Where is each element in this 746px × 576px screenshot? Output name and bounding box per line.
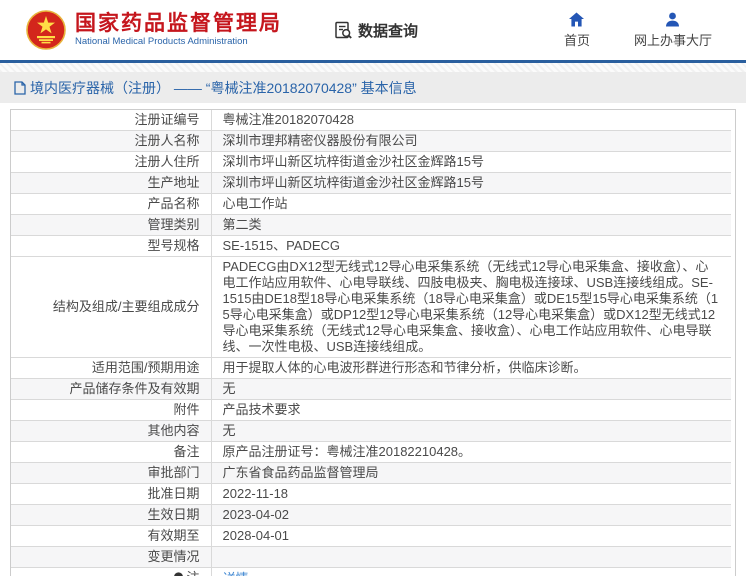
field-label: 注册证编号	[11, 110, 212, 131]
table-row: 审批部门 广东省食品药品监督管理局	[11, 462, 731, 484]
table-row: 产品储存条件及有效期 无	[11, 378, 731, 400]
field-value: 无	[211, 420, 731, 442]
field-value: 2022-11-18	[211, 483, 731, 505]
field-label: 型号规格	[11, 235, 212, 257]
table-row: 生效日期 2023-04-02	[11, 504, 731, 526]
field-label: 生效日期	[11, 504, 212, 526]
field-value: 粤械注准20182070428	[211, 110, 731, 131]
table-row: 附件 产品技术要求	[11, 399, 731, 421]
hatch-strip	[0, 63, 746, 72]
nav-service-hall-label: 网上办事大厅	[633, 32, 712, 48]
breadcrumb-band: 境内医疗器械（注册） —— “粤械注准20182070428” 基本信息	[0, 72, 746, 103]
field-value: SE-1515、PADECG	[211, 235, 731, 257]
field-label: 批准日期	[11, 483, 212, 505]
table-row: 管理类别 第二类	[11, 214, 731, 236]
field-label: 备注	[11, 441, 212, 463]
field-label: 结构及组成/主要组成成分	[11, 256, 212, 358]
data-query-label: 数据查询	[358, 22, 419, 40]
field-value: 深圳市坪山新区坑梓街道金沙社区金辉路15号	[211, 172, 731, 194]
national-emblem-icon	[26, 10, 66, 50]
nav-home-label: 首页	[563, 32, 590, 48]
table-row: 注册证编号 粤械注准20182070428	[11, 110, 731, 131]
field-label: 注	[11, 567, 212, 576]
table-row: 产品名称 心电工作站	[11, 193, 731, 215]
table-row: 有效期至 2028-04-01	[11, 525, 731, 547]
table-row: 结构及组成/主要组成成分 PADECG由DX12型无线式12导心电采集系统（无线…	[11, 256, 731, 358]
table-row: 生产地址 深圳市坪山新区坑梓街道金沙社区金辉路15号	[11, 172, 731, 194]
document-icon	[14, 80, 26, 95]
agency-logo: 国家药品监督管理局 National Medical Products Admi…	[26, 10, 282, 50]
field-value: 深圳市理邦精密仪器股份有限公司	[211, 130, 731, 152]
field-label: 适用范围/预期用途	[11, 357, 212, 379]
field-value: 产品技术要求	[211, 399, 731, 421]
site-header: 国家药品监督管理局 National Medical Products Admi…	[0, 0, 746, 60]
agency-name-en: National Medical Products Administration	[75, 36, 248, 47]
detail-panel: 注册证编号 粤械注准20182070428 注册人名称 深圳市理邦精密仪器股份有…	[10, 109, 736, 576]
data-query-icon	[335, 21, 352, 39]
field-value: 第二类	[211, 214, 731, 236]
home-icon	[569, 12, 585, 26]
nav-service-hall[interactable]: 网上办事大厅	[634, 12, 712, 49]
field-label: 产品储存条件及有效期	[11, 378, 212, 400]
note-icon	[174, 571, 184, 576]
table-row: 批准日期 2022-11-18	[11, 483, 731, 505]
table-row: 其他内容 无	[11, 420, 731, 442]
registration-detail-table: 注册证编号 粤械注准20182070428 注册人名称 深圳市理邦精密仪器股份有…	[11, 110, 731, 576]
field-label: 附件	[11, 399, 212, 421]
agency-name: 国家药品监督管理局	[75, 12, 282, 35]
table-row: 备注 原产品注册证号：粤械注准20182210428。	[11, 441, 731, 463]
field-value: 详情	[211, 568, 731, 576]
user-icon	[666, 12, 680, 26]
table-row: 适用范围/预期用途 用于提取人体的心电波形群进行形态和节律分析，供临床诊断。	[11, 357, 731, 379]
field-value: 用于提取人体的心电波形群进行形态和节律分析，供临床诊断。	[211, 357, 731, 379]
field-label: 注册人名称	[11, 130, 212, 152]
data-query-tab[interactable]: 数据查询	[334, 20, 418, 41]
field-value: PADECG由DX12型无线式12导心电采集系统（无线式12导心电采集盒、接收盒…	[211, 256, 731, 358]
field-label: 其他内容	[11, 420, 212, 442]
breadcrumb-text: 境内医疗器械（注册） —— “粤械注准20182070428” 基本信息	[30, 79, 417, 96]
table-row: 注册人住所 深圳市坪山新区坑梓街道金沙社区金辉路15号	[11, 151, 731, 173]
field-label: 审批部门	[11, 462, 212, 484]
field-label: 变更情况	[11, 546, 212, 568]
field-label: 产品名称	[11, 193, 212, 215]
field-label: 管理类别	[11, 214, 212, 236]
field-value: 深圳市坪山新区坑梓街道金沙社区金辉路15号	[211, 151, 731, 173]
table-row: 型号规格 SE-1515、PADECG	[11, 235, 731, 257]
field-label: 生产地址	[11, 172, 212, 194]
table-row: 注 详情	[11, 567, 731, 576]
field-value: 广东省食品药品监督管理局	[211, 462, 731, 484]
field-label: 有效期至	[11, 525, 212, 547]
field-value: 2028-04-01	[211, 525, 731, 547]
field-value: 心电工作站	[211, 193, 731, 215]
top-nav: 首页 网上办事大厅	[564, 12, 712, 49]
breadcrumb: 境内医疗器械（注册） —— “粤械注准20182070428” 基本信息	[14, 78, 417, 98]
field-value: 2023-04-02	[211, 504, 731, 526]
field-value	[211, 546, 731, 568]
nav-home[interactable]: 首页	[564, 12, 590, 49]
detail-link[interactable]: 详情	[223, 571, 249, 576]
table-row: 注册人名称 深圳市理邦精密仪器股份有限公司	[11, 130, 731, 152]
field-label: 注册人住所	[11, 151, 212, 173]
note-label-text: 注	[186, 570, 199, 576]
table-row: 变更情况	[11, 546, 731, 568]
field-value: 原产品注册证号：粤械注准20182210428。	[211, 441, 731, 463]
field-value: 无	[211, 378, 731, 400]
